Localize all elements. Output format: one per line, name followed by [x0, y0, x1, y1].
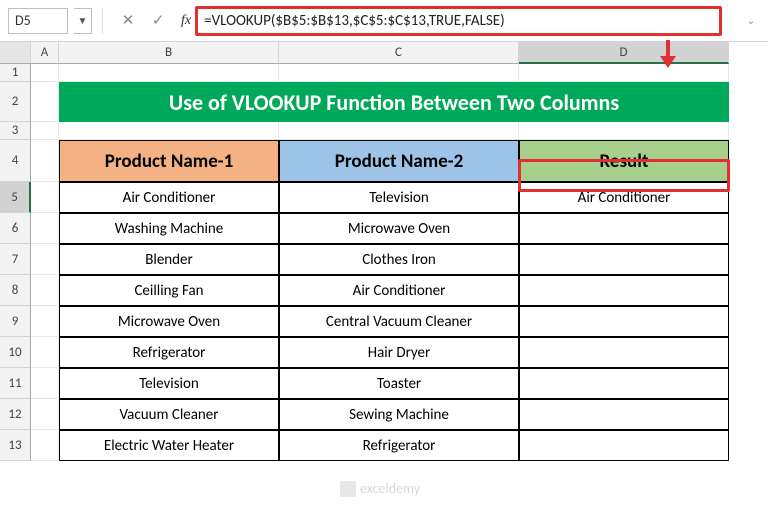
- cell-b[interactable]: Air Conditioner: [59, 182, 279, 213]
- row-1: 1: [0, 64, 768, 82]
- row-2: 2 Use of VLOOKUP Function Between Two Co…: [0, 82, 768, 122]
- cell-c[interactable]: Central Vacuum Cleaner: [279, 306, 519, 337]
- cell[interactable]: [31, 244, 59, 275]
- row-header-2[interactable]: 2: [0, 82, 31, 122]
- cell-d[interactable]: [519, 399, 729, 430]
- cell[interactable]: [31, 306, 59, 337]
- cell-d[interactable]: [519, 306, 729, 337]
- row-header[interactable]: 6: [0, 213, 31, 244]
- row-header[interactable]: 8: [0, 275, 31, 306]
- title-cell[interactable]: Use of VLOOKUP Function Between Two Colu…: [59, 82, 729, 122]
- divider: [102, 8, 103, 34]
- cell[interactable]: [279, 64, 519, 82]
- cell[interactable]: [31, 368, 59, 399]
- cell[interactable]: [31, 337, 59, 368]
- select-all-corner[interactable]: [0, 42, 31, 64]
- cell-b[interactable]: Television: [59, 368, 279, 399]
- row-header-1[interactable]: 1: [0, 64, 31, 82]
- row-header[interactable]: 9: [0, 306, 31, 337]
- cell-d[interactable]: [519, 275, 729, 306]
- col-header-B[interactable]: B: [59, 42, 279, 64]
- cell-c[interactable]: Hair Dryer: [279, 337, 519, 368]
- cell[interactable]: [31, 399, 59, 430]
- cell-c[interactable]: Clothes Iron: [279, 244, 519, 275]
- table-row: 13 Electric Water HeaterRefrigerator: [0, 430, 768, 461]
- row-header[interactable]: 11: [0, 368, 31, 399]
- table-row: 8 Ceilling FanAir Conditioner: [0, 275, 768, 306]
- cell[interactable]: [31, 275, 59, 306]
- row-header[interactable]: 5: [0, 182, 31, 213]
- fx-icon[interactable]: fx: [181, 13, 191, 29]
- formula-bar-expand[interactable]: ⌄: [742, 8, 760, 34]
- cancel-icon[interactable]: ✕: [117, 10, 139, 32]
- cell-c[interactable]: Sewing Machine: [279, 399, 519, 430]
- cell[interactable]: [31, 140, 59, 182]
- row-header-4[interactable]: 4: [0, 140, 31, 182]
- row-3: 3: [0, 122, 768, 140]
- spreadsheet-grid: A B C D 1 2 Use of VLOOKUP Function Betw…: [0, 42, 768, 461]
- watermark: exceldemy: [340, 480, 420, 497]
- name-box[interactable]: D5: [8, 8, 68, 34]
- cell-b[interactable]: Refrigerator: [59, 337, 279, 368]
- cell-c[interactable]: Air Conditioner: [279, 275, 519, 306]
- cell-c[interactable]: Toaster: [279, 368, 519, 399]
- cell-d[interactable]: [519, 368, 729, 399]
- cell[interactable]: [31, 82, 59, 122]
- cell-b[interactable]: Washing Machine: [59, 213, 279, 244]
- cell[interactable]: [59, 64, 279, 82]
- cell-d[interactable]: [519, 430, 729, 461]
- watermark-logo: [340, 481, 356, 497]
- table-row: 12 Vacuum CleanerSewing Machine: [0, 399, 768, 430]
- cell[interactable]: [59, 122, 279, 140]
- row-header[interactable]: 10: [0, 337, 31, 368]
- cell[interactable]: [31, 122, 59, 140]
- cell-b[interactable]: Microwave Oven: [59, 306, 279, 337]
- name-box-dropdown[interactable]: ▼: [74, 8, 92, 34]
- table-header-d[interactable]: Result: [519, 140, 729, 182]
- row-header[interactable]: 13: [0, 430, 31, 461]
- callout-arrow-head: [660, 56, 676, 68]
- cell-d[interactable]: [519, 213, 729, 244]
- cell[interactable]: [519, 122, 729, 140]
- enter-icon[interactable]: ✓: [147, 10, 169, 32]
- row-4: 4 Product Name-1 Product Name-2 Result: [0, 140, 768, 182]
- table-header-c[interactable]: Product Name-2: [279, 140, 519, 182]
- cell[interactable]: [279, 122, 519, 140]
- cell[interactable]: [31, 182, 59, 213]
- table-row: 10 RefrigeratorHair Dryer: [0, 337, 768, 368]
- cell-b[interactable]: Vacuum Cleaner: [59, 399, 279, 430]
- cell[interactable]: [31, 64, 59, 82]
- cell-c[interactable]: Refrigerator: [279, 430, 519, 461]
- row-header[interactable]: 7: [0, 244, 31, 275]
- table-row: 6 Washing MachineMicrowave Oven: [0, 213, 768, 244]
- table-row: 9 Microwave OvenCentral Vacuum Cleaner: [0, 306, 768, 337]
- cell-d[interactable]: [519, 337, 729, 368]
- column-headers: A B C D: [0, 42, 768, 64]
- row-header[interactable]: 12: [0, 399, 31, 430]
- cell[interactable]: [519, 64, 729, 82]
- table-header-b[interactable]: Product Name-1: [59, 140, 279, 182]
- cell-d[interactable]: [519, 244, 729, 275]
- cell[interactable]: [31, 213, 59, 244]
- table-row: 11 TelevisionToaster: [0, 368, 768, 399]
- table-row: 7 BlenderClothes Iron: [0, 244, 768, 275]
- cell[interactable]: [31, 430, 59, 461]
- col-header-D[interactable]: D: [519, 42, 729, 64]
- cell-c[interactable]: Television: [279, 182, 519, 213]
- cell-b[interactable]: Ceilling Fan: [59, 275, 279, 306]
- cell-c[interactable]: Microwave Oven: [279, 213, 519, 244]
- formula-toolbar: D5 ▼ ✕ ✓ fx =VLOOKUP($B$5:$B$13,$C$5:$C$…: [0, 0, 768, 42]
- formula-bar[interactable]: =VLOOKUP($B$5:$B$13,$C$5:$C$13,TRUE,FALS…: [195, 6, 722, 36]
- cell-b[interactable]: Electric Water Heater: [59, 430, 279, 461]
- cell-d[interactable]: Air Conditioner: [519, 182, 729, 213]
- cell-b[interactable]: Blender: [59, 244, 279, 275]
- row-header-3[interactable]: 3: [0, 122, 31, 140]
- col-header-A[interactable]: A: [31, 42, 59, 64]
- col-header-C[interactable]: C: [279, 42, 519, 64]
- watermark-text: exceldemy: [360, 480, 420, 497]
- table-row: 5 Air ConditionerTelevisionAir Conditione…: [0, 182, 768, 213]
